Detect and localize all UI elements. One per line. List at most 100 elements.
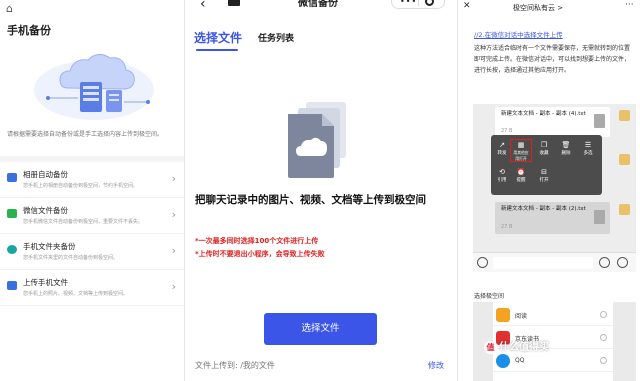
album-icon	[7, 173, 17, 182]
article-paragraph: 这种方法适合临时有一个文件需要保存，无需就转到的位置即可完成上传。在微信对话中，…	[474, 45, 631, 74]
file-name: 新建文本文档 - 副本 - 副本 (2).txt	[501, 206, 586, 212]
avatar	[619, 110, 630, 121]
file-size: 27 B	[501, 128, 513, 134]
menu-item-favorite[interactable]: ❒ 收藏	[535, 141, 553, 156]
chevron-right-icon: ›	[171, 244, 176, 257]
document-icon	[594, 210, 605, 224]
modify-destination-link[interactable]: 修改	[428, 360, 444, 371]
more-icon[interactable]: ···	[625, 0, 634, 10]
radio-button[interactable]	[600, 334, 607, 341]
nav-title: 微信备份	[298, 0, 338, 9]
section-label: 选择极空间	[474, 293, 505, 300]
page-title: 手机备份	[7, 24, 51, 37]
long-press-menu: ↗ 转发 ▦ 用其他应用打开 ❒ 收藏 🗑 删除 ☰ 多选 ⟲ 引用 ⏰ 提醒 ⊟ 打开	[491, 135, 602, 195]
app-name: 阅读	[515, 313, 528, 320]
folder-sync-icon	[7, 245, 17, 254]
document-icon	[594, 114, 605, 128]
menu-label: 转发	[497, 151, 507, 156]
home-icon[interactable]: ⌂	[6, 2, 13, 15]
voice-icon[interactable]	[477, 257, 488, 268]
backup-panel: ⌂ 手机备份 请根据需要选择自动备份或是手工选择内容上传到极空间。 相册自动备份…	[0, 0, 185, 381]
home-icon[interactable]	[228, 0, 240, 6]
back-icon[interactable]: ‹	[200, 0, 206, 12]
watermark-logo-icon: 值	[484, 340, 497, 354]
wechat-backup-panel: ‹ 微信备份 ••• 选择文件 任务列表 把聊天记录中的图片、视频、文档等上传到…	[186, 0, 456, 381]
plus-icon[interactable]	[617, 257, 628, 268]
radio-button[interactable]	[600, 357, 607, 364]
remind-icon: ⏰	[516, 168, 526, 176]
upload-headline: 把聊天记录中的图片、视频、文档等上传到极空间	[195, 194, 426, 206]
article-panel: ✕ 极空间私有云 > ··· //2.在微信对话中选择文件上传 这种方法适合临时…	[457, 0, 640, 381]
radio-button[interactable]	[600, 311, 607, 318]
cloud-file-icon	[288, 102, 346, 178]
watermark-text: 什么值得买	[499, 342, 549, 353]
item-subtitle: 您手机微信文件自动备份到极空间，重要文件不丢失。	[23, 219, 144, 225]
album-auto-backup-item[interactable]: 相册自动备份 您手机上的相册自动备份到极空间，节约手机空间。 ›	[0, 162, 184, 198]
multiselect-icon: ☰	[584, 141, 592, 149]
app-name: QQ	[515, 357, 525, 364]
highlight-box	[510, 139, 532, 162]
select-file-button[interactable]: 选择文件	[264, 313, 377, 345]
watermark: 值什么值得买	[484, 338, 549, 354]
menu-label: 多选	[583, 151, 593, 156]
app-option[interactable]: 阅读	[493, 304, 613, 326]
forward-icon: ↗	[499, 141, 505, 149]
chat-screenshot: 新建文本文档 - 副本 - 副本 (4).txt 27 B ↗ 转发 ▦ 用其他应用…	[473, 104, 636, 272]
menu-label: 引用	[497, 178, 507, 183]
chevron-right-icon: ›	[171, 208, 176, 221]
tab-select-files[interactable]: 选择文件	[194, 29, 242, 46]
file-size: 27 B	[501, 224, 513, 230]
tab-task-list[interactable]: 任务列表	[258, 31, 294, 44]
avatar	[619, 204, 630, 215]
more-icon[interactable]: •••	[400, 0, 417, 6]
chat-input-bar	[473, 252, 636, 272]
wechat-file-icon	[7, 209, 17, 218]
menu-label: 收藏	[539, 151, 549, 156]
item-name: 上传手机文件	[23, 278, 68, 287]
item-subtitle: 您手机文件夹里的文件自动备份到极空间。	[23, 255, 119, 261]
chevron-right-icon: ›	[171, 280, 176, 293]
item-name: 相册自动备份	[23, 170, 68, 179]
menu-item-delete[interactable]: 🗑 删除	[557, 141, 575, 156]
active-tab-indicator	[196, 49, 238, 51]
upload-folder-icon	[7, 281, 17, 290]
menu-item-multiselect[interactable]: ☰ 多选	[579, 141, 597, 156]
item-name: 手机文件夹备份	[23, 242, 76, 251]
item-name: 微信文件备份	[23, 206, 68, 215]
chat-input[interactable]	[493, 257, 593, 269]
open-icon: ⊟	[541, 168, 547, 176]
capsule-separator	[418, 0, 419, 6]
upload-phone-file-item[interactable]: 上传手机文件 您手机上的照片、视频、文档等上传到极空间。 ›	[0, 270, 184, 306]
menu-label: 提醒	[516, 178, 526, 183]
avatar	[619, 154, 630, 165]
delete-icon: 🗑	[561, 141, 571, 149]
backup-description: 请根据需要选择自动备份或是手工选择内容上传到极空间。	[7, 131, 164, 138]
miniprogram-capsule: •••	[391, 0, 445, 9]
menu-item-remind[interactable]: ⏰ 提醒	[512, 168, 530, 183]
warning-text: *一次最多同时选择100个文件进行上传	[195, 237, 319, 245]
wechat-file-backup-item[interactable]: 微信文件备份 您手机微信文件自动备份到极空间，重要文件不丢失。 ›	[0, 198, 184, 234]
close-miniprogram-icon[interactable]	[425, 0, 434, 6]
article-header: ✕ 极空间私有云 > ···	[458, 0, 640, 16]
section-heading: //2.在微信对话中选择文件上传	[474, 31, 563, 39]
menu-label: 打开	[539, 178, 549, 183]
item-subtitle: 您手机上的照片、视频、文档等上传到极空间。	[23, 291, 129, 297]
favorite-icon: ❒	[540, 141, 548, 149]
reader-app-icon	[496, 308, 510, 322]
menu-item-forward[interactable]: ↗ 转发	[493, 141, 511, 156]
menu-item-open[interactable]: ⊟ 打开	[535, 168, 553, 183]
menu-item-quote[interactable]: ⟲ 引用	[493, 168, 511, 183]
chevron-right-icon: ›	[171, 172, 176, 185]
upload-destination: 文件上传到: /我的文件	[195, 361, 275, 370]
article-title[interactable]: 极空间私有云 >	[513, 3, 563, 13]
menu-label: 删除	[561, 151, 571, 156]
close-icon[interactable]: ✕	[463, 1, 471, 11]
phone-folder-backup-item[interactable]: 手机文件夹备份 您手机文件夹里的文件自动备份到极空间。 ›	[0, 234, 184, 270]
item-subtitle: 您手机上的相册自动备份到极空间，节约手机空间。	[23, 183, 139, 189]
file-message-bubble: 新建文本文档 - 副本 - 副本 (4).txt 27 B	[495, 107, 610, 137]
file-message-bubble: 新建文本文档 - 副本 - 副本 (2).txt 27 B	[495, 202, 610, 234]
warning-text: *上传时不要退出小程序，会导致上传失败	[195, 250, 325, 258]
emoji-icon[interactable]	[599, 257, 610, 268]
cloud-server-illustration	[34, 54, 154, 120]
qq-app-icon	[496, 354, 510, 368]
